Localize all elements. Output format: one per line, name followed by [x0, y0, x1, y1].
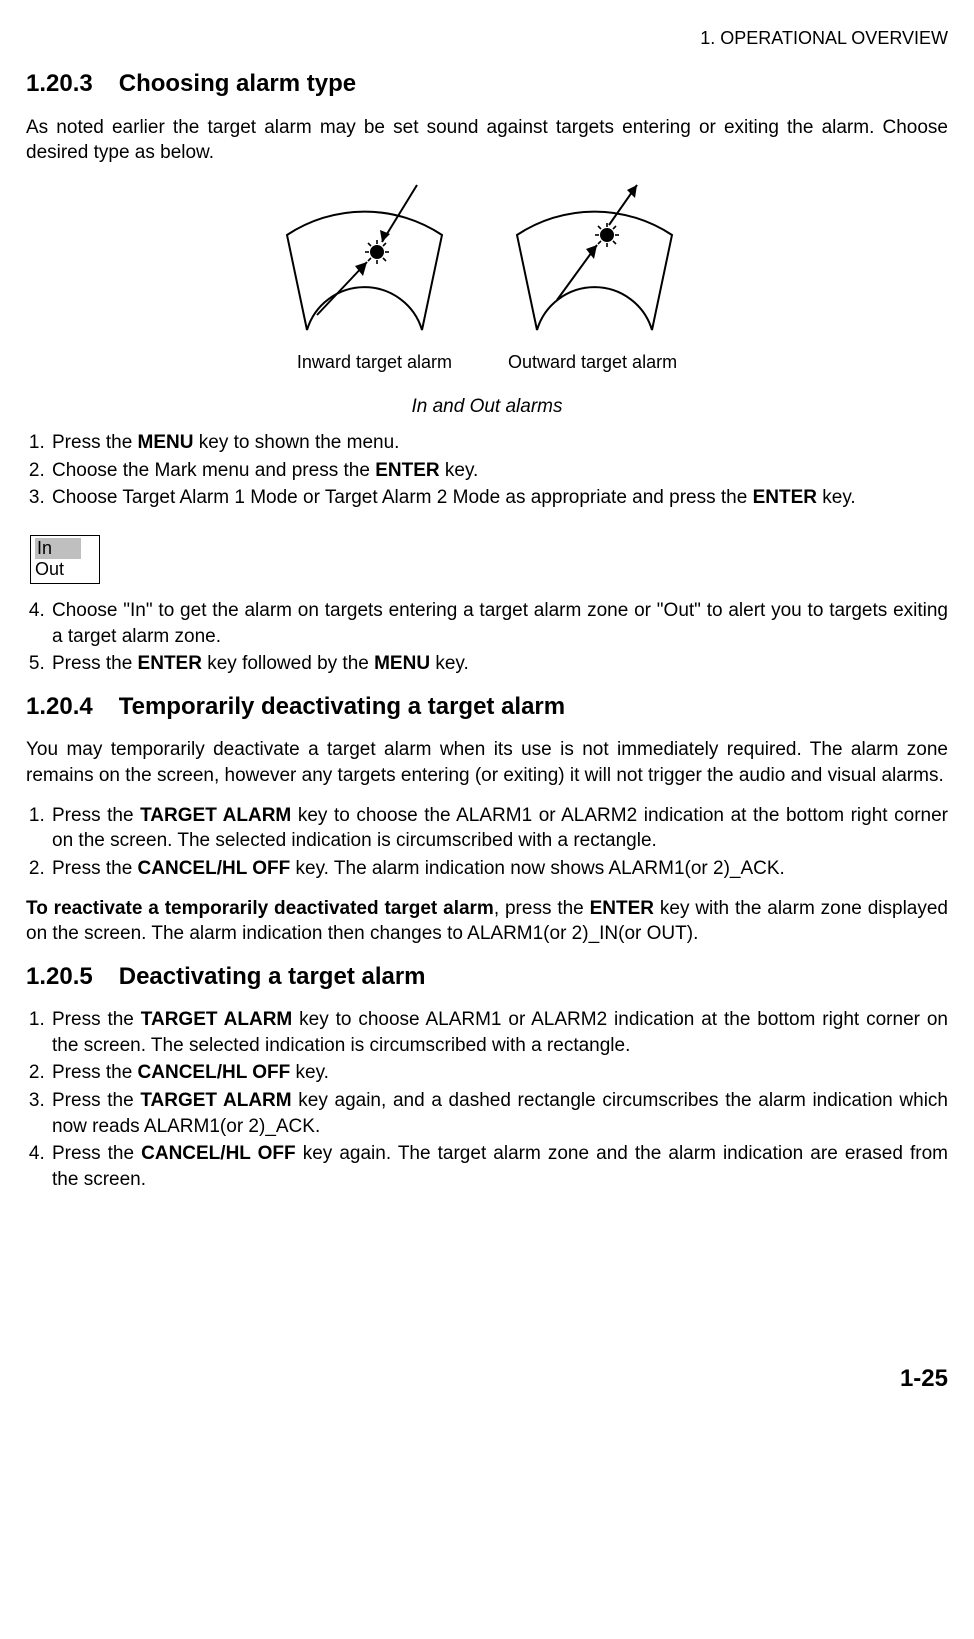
key-enter: ENTER — [590, 898, 654, 919]
step-1204-2: Press the CANCEL/HL OFF key. The alarm i… — [50, 856, 948, 882]
step-1205-2: Press the CANCEL/HL OFF key. — [50, 1060, 948, 1086]
figure-caption: In and Out alarms — [26, 394, 948, 420]
text: Press the — [52, 805, 140, 826]
key-menu: MENU — [138, 432, 194, 453]
key-target-alarm: TARGET ALARM — [140, 1090, 291, 1111]
section-1205-heading: 1.20.5 Deactivating a target alarm — [26, 961, 948, 993]
section-1204-reactivate: To reactivate a temporarily deactivated … — [26, 896, 948, 947]
step-1204-1: Press the TARGET ALARM key to choose the… — [50, 803, 948, 854]
text: Press the — [52, 858, 138, 879]
key-enter: ENTER — [138, 653, 202, 674]
text: key. The alarm indication now shows ALAR… — [290, 858, 785, 879]
section-1205-title: Deactivating a target alarm — [119, 963, 426, 990]
step-1205-1: Press the TARGET ALARM key to choose ALA… — [50, 1007, 948, 1058]
page-number: 1-25 — [26, 1363, 948, 1395]
section-1204-title: Temporarily deactivating a target alarm — [119, 693, 565, 720]
section-1204-intro: You may temporarily deactivate a target … — [26, 737, 948, 788]
figure-label-outward: Outward target alarm — [508, 350, 677, 374]
text: Press the — [52, 432, 138, 453]
text: Choose Target Alarm 1 Mode or Target Ala… — [52, 487, 753, 508]
section-1204-heading: 1.20.4 Temporarily deactivating a target … — [26, 691, 948, 723]
menu-row-in: In — [33, 538, 97, 560]
text: Press the — [52, 1143, 141, 1164]
section-1203-steps-a: Press the MENU key to shown the menu. Ch… — [26, 430, 948, 511]
text: key to shown the menu. — [194, 432, 400, 453]
text: key. — [430, 653, 469, 674]
text: Choose the Mark menu and press the — [52, 460, 375, 481]
running-header: 1. OPERATIONAL OVERVIEW — [26, 26, 948, 50]
section-1203-intro: As noted earlier the target alarm may be… — [26, 115, 948, 166]
key-target-alarm: TARGET ALARM — [141, 1009, 292, 1030]
key-target-alarm: TARGET ALARM — [140, 805, 291, 826]
step-1205-3: Press the TARGET ALARM key again, and a … — [50, 1088, 948, 1139]
step-1203-4: Choose "In" to get the alarm on targets … — [50, 598, 948, 649]
in-out-alarm-figure: Inward target alarm Outward target alarm… — [26, 180, 948, 420]
step-1203-1: Press the MENU key to shown the menu. — [50, 430, 948, 456]
section-1203-number: 1.20.3 — [26, 68, 93, 100]
text: Press the — [52, 1090, 140, 1111]
key-menu: MENU — [374, 653, 430, 674]
menu-option-out: Out — [33, 559, 97, 581]
step-1205-4: Press the CANCEL/HL OFF key again. The t… — [50, 1141, 948, 1192]
text: , press the — [494, 898, 590, 919]
reactivate-lead: To reactivate a temporarily deactivated … — [26, 898, 494, 919]
menu-option-in: In — [35, 538, 81, 560]
key-enter: ENTER — [375, 460, 439, 481]
step-1203-5: Press the ENTER key followed by the MENU… — [50, 651, 948, 677]
section-1204-number: 1.20.4 — [26, 691, 93, 723]
text: Press the — [52, 653, 138, 674]
section-1204-steps: Press the TARGET ALARM key to choose the… — [26, 803, 948, 882]
text: key. — [290, 1062, 329, 1083]
key-cancel-hl-off: CANCEL/HL OFF — [141, 1143, 296, 1164]
section-1205-number: 1.20.5 — [26, 961, 93, 993]
step-1203-3: Choose Target Alarm 1 Mode or Target Ala… — [50, 485, 948, 511]
text: Press the — [52, 1062, 138, 1083]
section-1203-title: Choosing alarm type — [119, 70, 356, 97]
section-1203-heading: 1.20.3 Choosing alarm type — [26, 68, 948, 100]
text: key. — [440, 460, 479, 481]
key-cancel-hl-off: CANCEL/HL OFF — [138, 1062, 291, 1083]
text: key followed by the — [202, 653, 374, 674]
alarm-diagrams-svg — [267, 180, 707, 340]
section-1205-steps: Press the TARGET ALARM key to choose ALA… — [26, 1007, 948, 1192]
text: key. — [817, 487, 856, 508]
section-1203-steps-b: Choose "In" to get the alarm on targets … — [26, 598, 948, 677]
in-out-menu-box: In Out — [30, 535, 100, 584]
key-cancel-hl-off: CANCEL/HL OFF — [138, 858, 291, 879]
figure-label-inward: Inward target alarm — [297, 350, 452, 374]
key-enter: ENTER — [753, 487, 817, 508]
text: Press the — [52, 1009, 141, 1030]
step-1203-2: Choose the Mark menu and press the ENTER… — [50, 458, 948, 484]
